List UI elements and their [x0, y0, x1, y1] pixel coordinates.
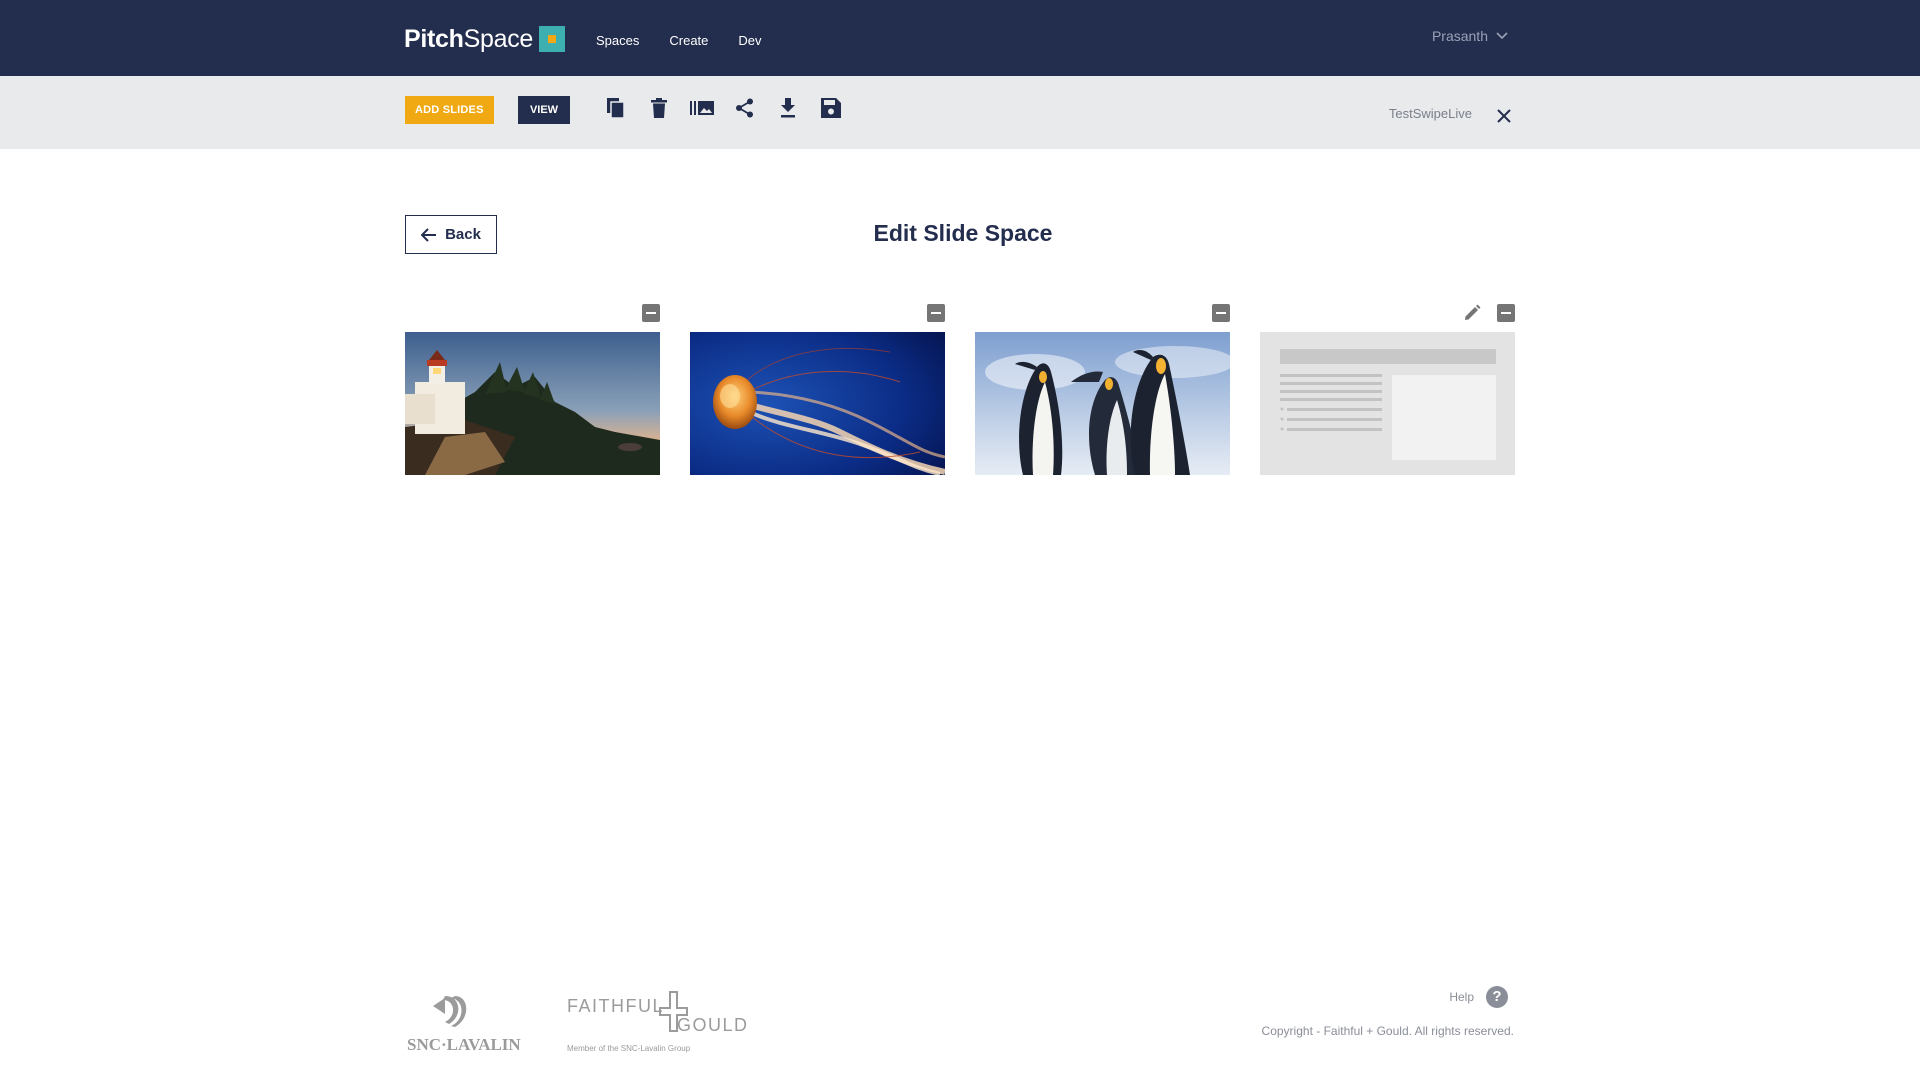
slides-library-icon[interactable] [690, 96, 714, 120]
help-link[interactable]: Help ? [1449, 986, 1508, 1008]
toolbar-icon-group [604, 96, 862, 120]
copyright-text: Copyright - Faithful + Gould. All rights… [1261, 1024, 1514, 1038]
help-label: Help [1449, 990, 1474, 1004]
slide-card [975, 304, 1230, 475]
slide-card [1260, 304, 1515, 475]
slide-actions [690, 304, 945, 332]
slide-thumbnail-lighthouse[interactable] [405, 332, 660, 475]
top-navbar: PitchSpace Spaces Create Dev Prasanth [0, 0, 1920, 76]
snc-lavalin-logo: SNC·LAVALIN [405, 994, 535, 1059]
nav-create[interactable]: Create [669, 33, 708, 49]
slide-grid [405, 304, 1545, 475]
chevron-down-icon [1496, 32, 1508, 40]
slide-thumbnail-text-layout[interactable] [1260, 332, 1515, 475]
user-name: Prasanth [1431, 28, 1488, 44]
remove-slide-icon[interactable] [642, 304, 660, 322]
fg-tagline: Member of the SNC-Lavalin Group [567, 1044, 691, 1053]
slide-actions [975, 304, 1230, 332]
remove-slide-icon[interactable] [927, 304, 945, 322]
close-icon[interactable] [1495, 107, 1513, 125]
fg-logo-right-text: GOULD [677, 1015, 749, 1035]
page-title: Edit Slide Space [873, 220, 1053, 246]
space-name-label: TestSwipeLive [1388, 106, 1472, 121]
slide-thumbnail-jellyfish[interactable] [690, 332, 945, 475]
slide-card [690, 304, 945, 475]
brand-name: PitchSpace [404, 25, 534, 53]
save-icon[interactable] [819, 96, 843, 120]
user-menu[interactable]: Prasanth [1432, 28, 1508, 44]
share-icon[interactable] [733, 96, 757, 120]
slide-thumbnail-penguins[interactable] [975, 332, 1230, 475]
nav-spaces[interactable]: Spaces [596, 33, 639, 49]
help-question-icon: ? [1486, 986, 1508, 1008]
view-button[interactable]: VIEW [518, 96, 570, 124]
edit-pencil-icon[interactable] [1463, 304, 1481, 322]
slide-card [405, 304, 660, 475]
add-slides-button[interactable]: ADD SLIDES [405, 96, 494, 124]
download-icon[interactable] [776, 96, 800, 120]
pitchspace-logo[interactable]: PitchSpace [404, 25, 566, 53]
fg-logo-left-text: FAITHFUL [567, 996, 664, 1016]
trash-icon[interactable] [647, 96, 671, 120]
slide-actions [405, 304, 660, 332]
remove-slide-icon[interactable] [1212, 304, 1230, 322]
faithful-gould-logo: FAITHFUL GOULD Member of the SNC-Lavalin… [567, 988, 767, 1063]
snc-logo-text: SNC·LAVALIN [407, 1035, 521, 1054]
slide-actions [1260, 304, 1515, 332]
main-nav: Spaces Create Dev [596, 33, 792, 49]
remove-slide-icon[interactable] [1497, 304, 1515, 322]
editor-toolbar: ADD SLIDES VIEW TestSwipeLive [0, 76, 1920, 149]
copy-icon[interactable] [604, 96, 628, 120]
nav-dev[interactable]: Dev [738, 33, 761, 49]
brand-mark-icon [539, 26, 566, 52]
